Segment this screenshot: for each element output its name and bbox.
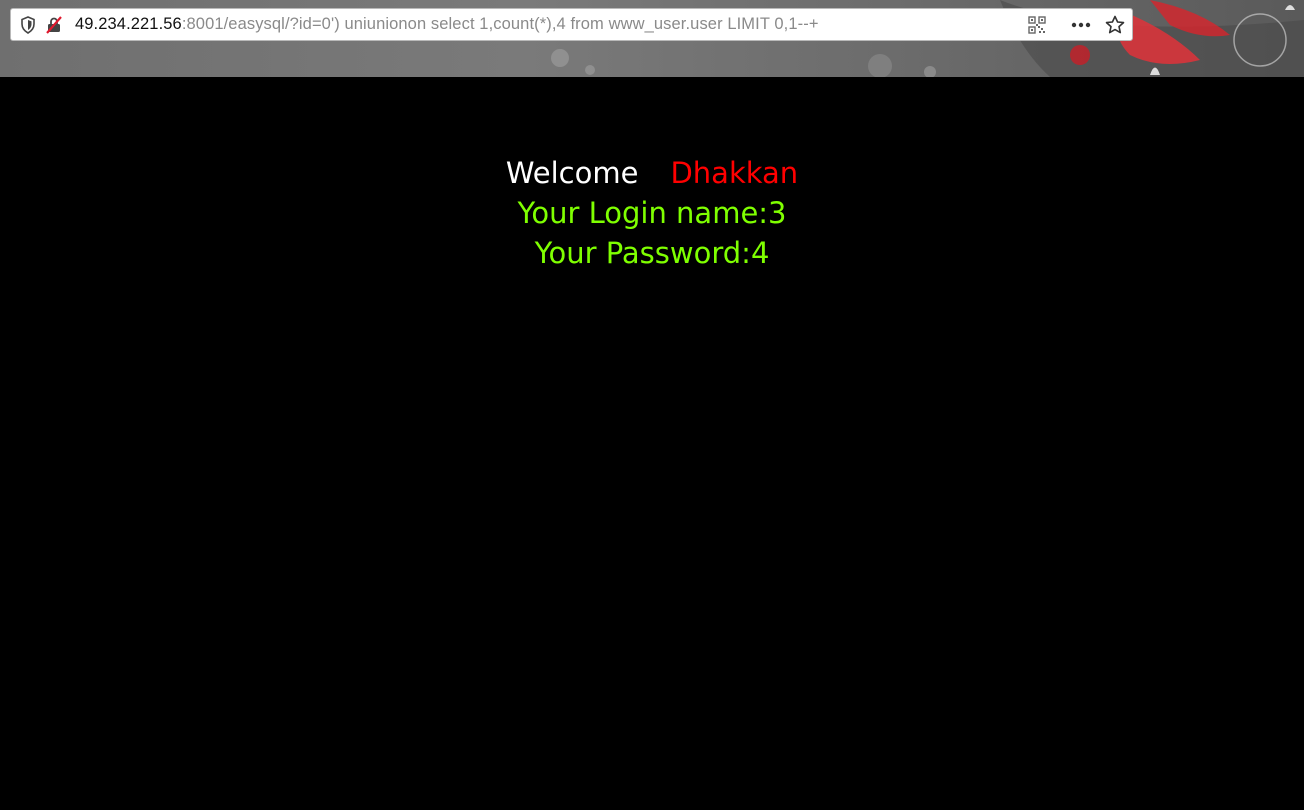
browser-toolbar: 49.234.221.56:8001/easysql/?id=0') uniun…	[0, 0, 1304, 77]
password-line: Your Password:4	[534, 236, 770, 270]
qr-code-icon[interactable]	[1020, 9, 1054, 40]
address-bar[interactable]: 49.234.221.56:8001/easysql/?id=0') uniun…	[10, 8, 1133, 41]
login-name-line: Your Login name:3	[517, 196, 787, 230]
bookmark-star-icon[interactable]	[1098, 9, 1132, 40]
login-result-message: Welcome Dhakkan Your Login name:3 Your Pa…	[0, 153, 1304, 273]
url-host: 49.234.221.56	[75, 15, 182, 33]
welcome-name: Dhakkan	[670, 156, 799, 190]
url-text[interactable]: 49.234.221.56:8001/easysql/?id=0') uniun…	[75, 15, 819, 34]
url-path: :8001/easysql/?id=0') uniunionon select …	[181, 15, 819, 33]
insecure-lock-icon[interactable]	[43, 14, 65, 36]
page-content: Welcome Dhakkan Your Login name:3 Your Pa…	[0, 77, 1304, 810]
shield-icon[interactable]	[17, 14, 39, 36]
more-options-icon[interactable]	[1064, 9, 1098, 40]
welcome-label: Welcome	[505, 156, 639, 190]
welcome-line: Welcome Dhakkan	[0, 153, 1304, 193]
